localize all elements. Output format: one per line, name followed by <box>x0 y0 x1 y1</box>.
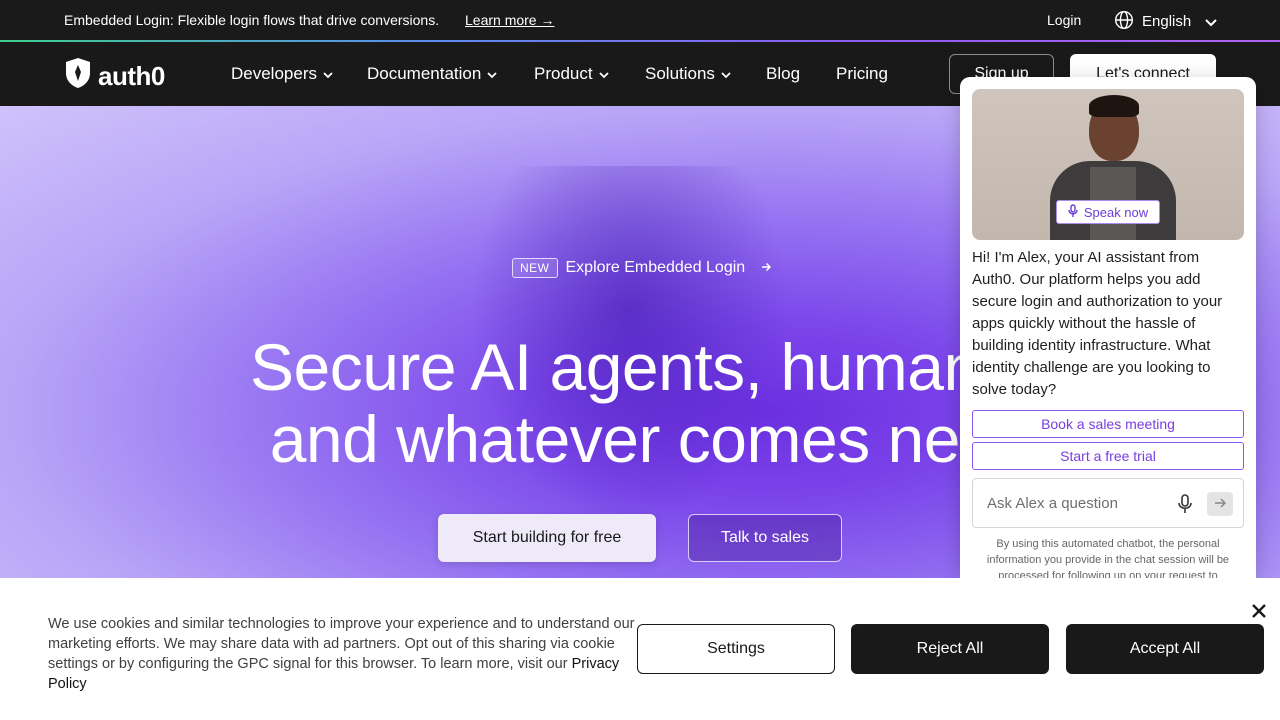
nav-item-developers[interactable]: Developers <box>231 64 333 84</box>
accept-all-button[interactable]: Accept All <box>1066 624 1264 674</box>
language-label: English <box>1142 13 1192 30</box>
nav-item-documentation[interactable]: Documentation <box>367 64 497 84</box>
talk-to-sales-button[interactable]: Talk to sales <box>688 514 842 562</box>
chevron-down-icon <box>1205 14 1217 30</box>
microphone-icon[interactable] <box>1178 494 1192 519</box>
auth0-logo[interactable]: auth0 <box>64 57 165 96</box>
new-badge: NEW <box>512 258 558 278</box>
chat-input-field[interactable]: Ask Alex a question <box>972 478 1244 528</box>
language-selector[interactable]: English <box>1114 10 1217 33</box>
nav-label: Solutions <box>645 64 715 83</box>
assistant-message: Hi! I'm Alex, your AI assistant from Aut… <box>972 249 1223 398</box>
nav-label: Documentation <box>367 64 482 83</box>
cookie-settings-button[interactable]: Settings <box>637 624 835 674</box>
cookie-banner: We use cookies and similar technologies … <box>0 578 1280 720</box>
speak-now-label: Speak now <box>1083 204 1149 220</box>
chevron-down-icon <box>323 64 333 84</box>
nav-label: Developers <box>231 64 317 83</box>
chat-input-placeholder: Ask Alex a question <box>987 495 1118 512</box>
nav-item-pricing[interactable]: Pricing <box>836 64 888 84</box>
chevron-down-icon <box>721 64 731 84</box>
speak-now-button[interactable]: Speak now <box>1056 200 1160 224</box>
start-building-button[interactable]: Start building for free <box>438 514 656 562</box>
nav-label: Blog <box>766 64 801 83</box>
cookie-text: We use cookies and similar technologies … <box>48 614 640 694</box>
nav-item-product[interactable]: Product <box>534 64 609 84</box>
book-sales-meeting-option[interactable]: Book a sales meeting <box>972 410 1244 438</box>
login-link[interactable]: Login <box>1047 12 1081 28</box>
start-free-trial-option[interactable]: Start a free trial <box>972 442 1244 470</box>
nav-item-blog[interactable]: Blog <box>766 64 800 84</box>
nav-item-solutions[interactable]: Solutions <box>645 64 731 84</box>
shield-icon <box>64 57 92 96</box>
learn-more-link[interactable]: Learn more → <box>465 12 554 28</box>
announcement-badge-link[interactable]: NEW Explore Embedded Login <box>512 258 772 278</box>
badge-link-text: Explore Embedded Login <box>565 259 746 276</box>
reject-all-button[interactable]: Reject All <box>851 624 1049 674</box>
chevron-down-icon <box>487 64 497 84</box>
microphone-icon <box>1068 203 1078 221</box>
cookie-message: We use cookies and similar technologies … <box>48 616 635 672</box>
ai-chat-widget: Speak now Hi! I'm Alex, your AI assistan… <box>960 77 1256 578</box>
announcement-bar: Embedded Login: Flexible login flows tha… <box>0 0 1280 40</box>
arrow-right-icon <box>1214 495 1227 513</box>
announcement-message: Embedded Login: Flexible login flows tha… <box>64 12 440 28</box>
nav-label: Pricing <box>836 64 888 83</box>
logo-text: auth0 <box>98 61 165 91</box>
person-hair <box>1089 95 1139 117</box>
arrow-right-icon <box>761 259 772 277</box>
globe-icon <box>1114 10 1134 33</box>
chevron-down-icon <box>598 64 609 84</box>
assistant-photo: Speak now <box>972 89 1244 240</box>
close-icon[interactable] <box>1250 602 1268 620</box>
send-button[interactable] <box>1207 492 1233 516</box>
nav-label: Product <box>534 64 593 83</box>
chat-disclaimer: By using this automated chatbot, the per… <box>986 538 1230 578</box>
